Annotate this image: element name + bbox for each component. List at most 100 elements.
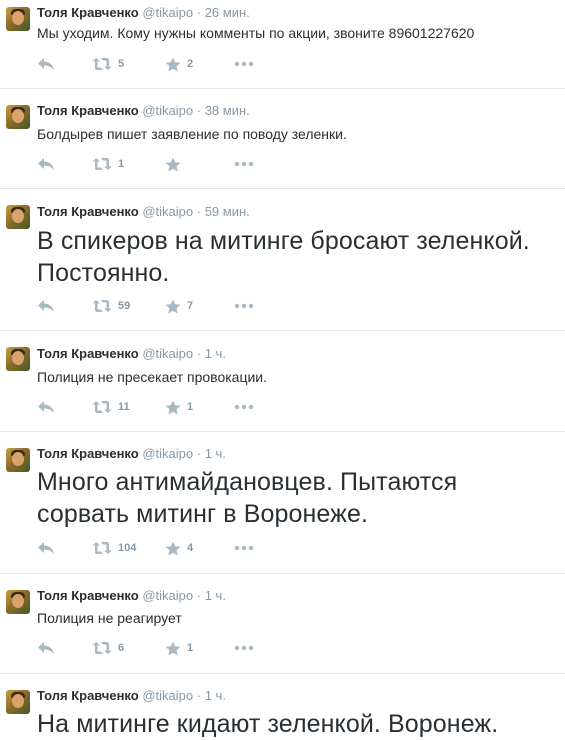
more-button[interactable] <box>234 399 254 415</box>
tweet: Толя Кравченко @tikaipo · 1 ч. Полиция н… <box>0 574 565 674</box>
more-button[interactable] <box>234 298 254 314</box>
avatar[interactable] <box>6 690 30 714</box>
retweet-icon <box>92 299 112 313</box>
retweet-count: 11 <box>118 401 130 413</box>
star-icon <box>165 541 181 556</box>
separator: · <box>196 346 202 361</box>
user-handle[interactable]: @tikaipo <box>142 103 193 118</box>
favorite-button[interactable]: 1 <box>165 640 193 656</box>
tweet-text: В спикеров на митинге бросают зеленкой. … <box>37 225 530 289</box>
avatar[interactable] <box>6 105 30 129</box>
tweet-text-line: Болдырев пишет заявление по поводу зелен… <box>37 126 347 142</box>
user-fullname[interactable]: Толя Кравченко <box>37 446 139 461</box>
favorite-button[interactable] <box>165 156 187 172</box>
user-fullname[interactable]: Толя Кравченко <box>37 5 139 20</box>
reply-button[interactable] <box>37 156 55 172</box>
tweet-header: Толя Кравченко @tikaipo · 1 ч. <box>37 345 226 363</box>
avatar[interactable] <box>6 205 30 229</box>
timestamp[interactable]: 1 ч. <box>205 588 226 603</box>
retweet-icon <box>92 57 112 71</box>
reply-button[interactable] <box>37 540 55 556</box>
separator: · <box>196 446 202 461</box>
tweet-text: Полиция не реагирует <box>37 609 182 628</box>
tweet-text: Полиция не пресекает провокации. <box>37 368 267 387</box>
tweet: Толя Кравченко @tikaipo · 59 мин. В спик… <box>0 189 565 331</box>
user-handle[interactable]: @tikaipo <box>142 446 193 461</box>
timestamp[interactable]: 26 мин. <box>205 5 250 20</box>
separator: · <box>196 688 202 703</box>
favorite-count: 4 <box>187 542 194 554</box>
user-fullname[interactable]: Толя Кравченко <box>37 103 139 118</box>
user-handle[interactable]: @tikaipo <box>142 688 193 703</box>
more-icon <box>234 61 254 67</box>
avatar[interactable] <box>6 590 30 614</box>
reply-button[interactable] <box>37 640 55 656</box>
user-handle[interactable]: @tikaipo <box>142 588 193 603</box>
reply-button[interactable] <box>37 56 55 72</box>
reply-button[interactable] <box>37 298 55 314</box>
star-icon <box>165 157 181 172</box>
tweet-text-line: сорвать митинг в Воронеже. <box>37 500 369 528</box>
avatar[interactable] <box>6 448 30 472</box>
user-fullname[interactable]: Толя Кравченко <box>37 346 139 361</box>
retweet-button[interactable]: 5 <box>92 56 124 72</box>
retweet-icon <box>92 641 112 655</box>
retweet-button[interactable]: 6 <box>92 640 124 656</box>
timestamp[interactable]: 38 мин. <box>205 103 250 118</box>
user-fullname[interactable]: Толя Кравченко <box>37 204 139 219</box>
retweet-button[interactable]: 1 <box>92 156 124 172</box>
more-button[interactable] <box>234 640 254 656</box>
reply-icon <box>37 157 55 171</box>
tweet-text-line: Полиция не реагирует <box>37 610 182 626</box>
separator: · <box>196 103 202 118</box>
tweet: Толя Кравченко @tikaipo · 1 ч. Много ант… <box>0 432 565 574</box>
user-handle[interactable]: @tikaipo <box>142 5 193 20</box>
more-icon <box>234 645 254 651</box>
favorite-button[interactable]: 4 <box>165 540 193 556</box>
user-fullname[interactable]: Толя Кравченко <box>37 588 139 603</box>
reply-icon <box>37 541 55 555</box>
tweet-text: На митинге кидают зеленкой. Воронеж. <box>37 708 498 740</box>
reply-icon <box>37 299 55 313</box>
favorite-button[interactable]: 2 <box>165 56 193 72</box>
retweet-button[interactable]: 11 <box>92 399 130 415</box>
more-icon <box>234 545 254 551</box>
retweet-button[interactable]: 104 <box>92 540 136 556</box>
more-button[interactable] <box>234 156 254 172</box>
retweet-count: 1 <box>118 158 125 170</box>
favorite-count: 1 <box>187 401 194 413</box>
retweet-count: 104 <box>118 542 137 554</box>
tweet-header: Толя Кравченко @tikaipo · 59 мин. <box>37 203 250 221</box>
tweet: Толя Кравченко @tikaipo · 26 мин. Мы ухо… <box>0 0 565 89</box>
tweet-header: Толя Кравченко @tikaipo · 26 мин. <box>37 4 250 22</box>
tweet-text-line: Постоянно. <box>37 259 170 287</box>
user-handle[interactable]: @tikaipo <box>142 346 193 361</box>
retweet-icon <box>92 157 112 171</box>
avatar[interactable] <box>6 7 30 31</box>
timestamp[interactable]: 1 ч. <box>205 446 226 461</box>
favorite-button[interactable]: 1 <box>165 399 193 415</box>
more-button[interactable] <box>234 56 254 72</box>
star-icon <box>165 57 181 72</box>
separator: · <box>196 204 202 219</box>
tweet: Толя Кравченко @tikaipo · 38 мин. Болдыр… <box>0 89 565 189</box>
user-handle[interactable]: @tikaipo <box>142 204 193 219</box>
tweet-header: Толя Кравченко @tikaipo · 1 ч. <box>37 445 226 463</box>
more-button[interactable] <box>234 540 254 556</box>
tweet-text: Болдырев пишет заявление по поводу зелен… <box>37 125 347 144</box>
timestamp[interactable]: 59 мин. <box>205 204 250 219</box>
tweet-text: Мы уходим. Кому нужны комменты по акции,… <box>37 24 474 43</box>
tweet-text-line: На митинге кидают зеленкой. Воронеж. <box>37 710 499 738</box>
favorite-count: 7 <box>187 300 194 312</box>
user-fullname[interactable]: Толя Кравченко <box>37 688 139 703</box>
favorite-button[interactable]: 7 <box>165 298 193 314</box>
reply-button[interactable] <box>37 399 55 415</box>
retweet-button[interactable]: 59 <box>92 298 130 314</box>
tweet-text-line: Мы уходим. Кому нужны комменты по акции,… <box>37 25 475 41</box>
avatar[interactable] <box>6 347 30 371</box>
timestamp[interactable]: 1 ч. <box>205 688 226 703</box>
timestamp[interactable]: 1 ч. <box>205 346 226 361</box>
favorite-count: 2 <box>187 58 194 70</box>
tweet-header: Толя Кравченко @tikaipo · 1 ч. <box>37 587 226 605</box>
star-icon <box>165 299 181 314</box>
